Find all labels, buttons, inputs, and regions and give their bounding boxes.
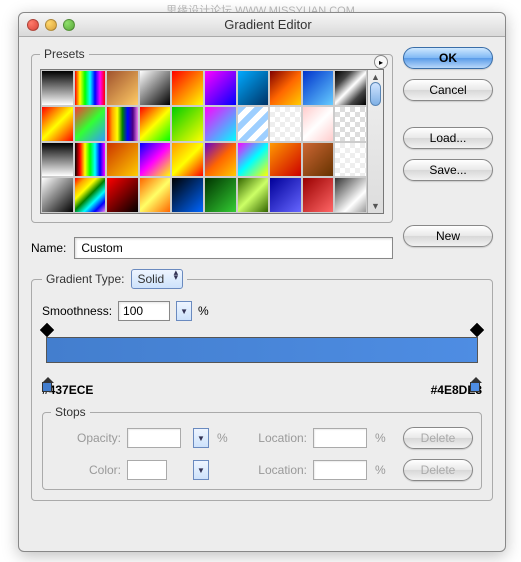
- opacity-location-input[interactable]: [313, 428, 367, 448]
- color-well[interactable]: [127, 460, 167, 480]
- gradient-type-label: Gradient Type:: [46, 272, 125, 286]
- preset-swatch[interactable]: [106, 70, 139, 106]
- preset-swatch[interactable]: [74, 70, 107, 106]
- preset-swatch[interactable]: [171, 142, 204, 178]
- gradient-editor-dialog: Gradient Editor Presets ▸ ▲ ▼: [18, 12, 506, 552]
- preset-swatch[interactable]: [334, 106, 367, 142]
- gradient-bar-area: [42, 331, 482, 369]
- preset-swatch[interactable]: [139, 177, 172, 213]
- preset-swatch[interactable]: [237, 106, 270, 142]
- preset-swatch[interactable]: [302, 142, 335, 178]
- color-label: Color:: [51, 463, 121, 477]
- ok-button[interactable]: OK: [403, 47, 493, 69]
- smoothness-dropdown-icon[interactable]: ▼: [176, 301, 192, 321]
- opacity-stop-left[interactable]: [42, 325, 52, 335]
- presets-fieldset: Presets ▸ ▲ ▼: [31, 47, 393, 223]
- preset-swatch[interactable]: [237, 142, 270, 178]
- save-button[interactable]: Save...: [403, 159, 493, 181]
- scroll-thumb[interactable]: [370, 82, 381, 106]
- load-button[interactable]: Load...: [403, 127, 493, 149]
- stops-fieldset: Stops Opacity: ▼ % Location: % Delete Co…: [42, 405, 482, 490]
- opacity-unit: %: [217, 431, 231, 445]
- preset-swatch[interactable]: [204, 142, 237, 178]
- preset-swatch[interactable]: [74, 177, 107, 213]
- preset-swatch[interactable]: [41, 106, 74, 142]
- preset-swatch[interactable]: [139, 106, 172, 142]
- preset-swatch[interactable]: [106, 106, 139, 142]
- preset-swatch[interactable]: [106, 142, 139, 178]
- color-location-input[interactable]: [313, 460, 367, 480]
- preset-swatch[interactable]: [302, 106, 335, 142]
- window-title: Gradient Editor: [39, 17, 497, 32]
- delete-opacity-button[interactable]: Delete: [403, 427, 473, 449]
- preset-swatch[interactable]: [302, 177, 335, 213]
- preset-swatch[interactable]: [334, 142, 367, 178]
- preset-swatch[interactable]: [106, 177, 139, 213]
- opacity-location-label: Location:: [237, 431, 307, 445]
- preset-swatch[interactable]: [139, 142, 172, 178]
- name-input[interactable]: [74, 237, 393, 259]
- preset-swatch[interactable]: [334, 177, 367, 213]
- delete-color-button[interactable]: Delete: [403, 459, 473, 481]
- smoothness-input[interactable]: [118, 301, 170, 321]
- preset-swatch[interactable]: [139, 70, 172, 106]
- color-dropdown-icon[interactable]: ▼: [193, 460, 209, 480]
- preset-swatch[interactable]: [269, 106, 302, 142]
- presets-box: ▲ ▼: [40, 69, 384, 214]
- color-location-unit: %: [375, 463, 389, 477]
- preset-swatch[interactable]: [237, 177, 270, 213]
- preset-swatch[interactable]: [41, 70, 74, 106]
- preset-swatch-grid: [41, 70, 367, 213]
- presets-scrollbar[interactable]: ▲ ▼: [367, 70, 383, 213]
- scroll-down-icon[interactable]: ▼: [368, 199, 383, 213]
- preset-swatch[interactable]: [302, 70, 335, 106]
- preset-swatch[interactable]: [269, 142, 302, 178]
- gradient-type-fieldset: Gradient Type: Solid Smoothness: ▼ % #43…: [31, 269, 493, 501]
- stops-legend: Stops: [51, 405, 90, 419]
- gradient-bar[interactable]: [46, 337, 478, 363]
- preset-swatch[interactable]: [74, 142, 107, 178]
- preset-swatch[interactable]: [269, 177, 302, 213]
- preset-swatch[interactable]: [74, 106, 107, 142]
- gradient-type-select[interactable]: Solid: [131, 269, 184, 289]
- opacity-input[interactable]: [127, 428, 181, 448]
- opacity-location-unit: %: [375, 431, 389, 445]
- presets-legend: Presets: [40, 47, 89, 61]
- cancel-button[interactable]: Cancel: [403, 79, 493, 101]
- color-stop-right[interactable]: [470, 379, 482, 393]
- preset-swatch[interactable]: [171, 106, 204, 142]
- new-button[interactable]: New: [403, 225, 493, 247]
- opacity-stop-right[interactable]: [472, 325, 482, 335]
- preset-swatch[interactable]: [41, 177, 74, 213]
- close-icon[interactable]: [27, 19, 39, 31]
- smoothness-label: Smoothness:: [42, 304, 112, 318]
- preset-swatch[interactable]: [171, 70, 204, 106]
- preset-swatch[interactable]: [171, 177, 204, 213]
- titlebar: Gradient Editor: [19, 13, 505, 37]
- preset-swatch[interactable]: [334, 70, 367, 106]
- opacity-label: Opacity:: [51, 431, 121, 445]
- preset-swatch[interactable]: [204, 70, 237, 106]
- preset-swatch[interactable]: [41, 142, 74, 178]
- preset-swatch[interactable]: [269, 70, 302, 106]
- preset-swatch[interactable]: [237, 70, 270, 106]
- opacity-dropdown-icon[interactable]: ▼: [193, 428, 209, 448]
- presets-menu-icon[interactable]: ▸: [374, 55, 388, 69]
- smoothness-unit: %: [198, 304, 209, 318]
- gradient-type-legend: Gradient Type: Solid: [42, 269, 187, 289]
- color-location-label: Location:: [237, 463, 307, 477]
- name-label: Name:: [31, 241, 66, 255]
- preset-swatch[interactable]: [204, 177, 237, 213]
- preset-swatch[interactable]: [204, 106, 237, 142]
- color-stop-left[interactable]: [42, 379, 54, 393]
